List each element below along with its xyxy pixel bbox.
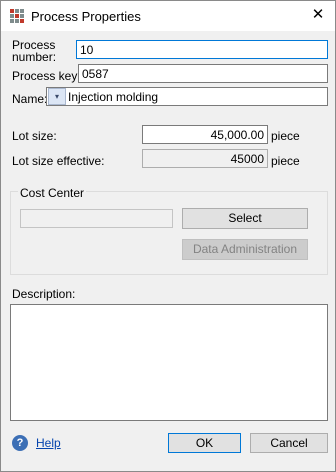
process-number-label: Process number: [12,38,57,64]
ok-button[interactable]: OK [168,433,241,453]
lot-size-label: Lot size: [12,129,57,143]
lot-size-unit: piece [271,129,300,143]
lot-size-effective-input: 45000 [142,149,268,168]
process-number-input[interactable]: 10 [76,40,328,59]
cost-center-group [10,191,328,275]
cost-center-legend: Cost Center [18,186,87,200]
lot-size-input[interactable]: 45,000.00 [142,125,268,144]
lot-size-effective-label: Lot size effective: [12,154,105,168]
name-label: Name: [12,92,48,106]
help-link[interactable]: Help [36,436,61,450]
window-title: Process Properties [31,9,141,24]
description-label: Description: [12,287,76,301]
lot-size-effective-unit: piece [271,154,300,168]
cancel-button[interactable]: Cancel [250,433,328,453]
description-textarea[interactable] [10,304,328,421]
select-button[interactable]: Select [182,208,308,229]
cost-center-input [20,209,173,228]
help-icon[interactable]: ? [12,435,28,451]
process-key-label: Process key: [12,69,81,83]
name-input[interactable]: Injection molding [46,87,328,106]
grid-app-icon [10,9,24,23]
chevron-down-icon[interactable]: ▾ [48,88,66,105]
process-key-input[interactable]: 0587 [78,64,328,83]
data-administration-button[interactable]: Data Administration [182,239,308,260]
title-bar: Process Properties ✕ [1,1,335,31]
name-value: Injection molding [68,90,159,104]
close-icon[interactable]: ✕ [307,5,329,25]
process-properties-dialog: Process Properties ✕ Process number: 10 … [0,0,336,472]
